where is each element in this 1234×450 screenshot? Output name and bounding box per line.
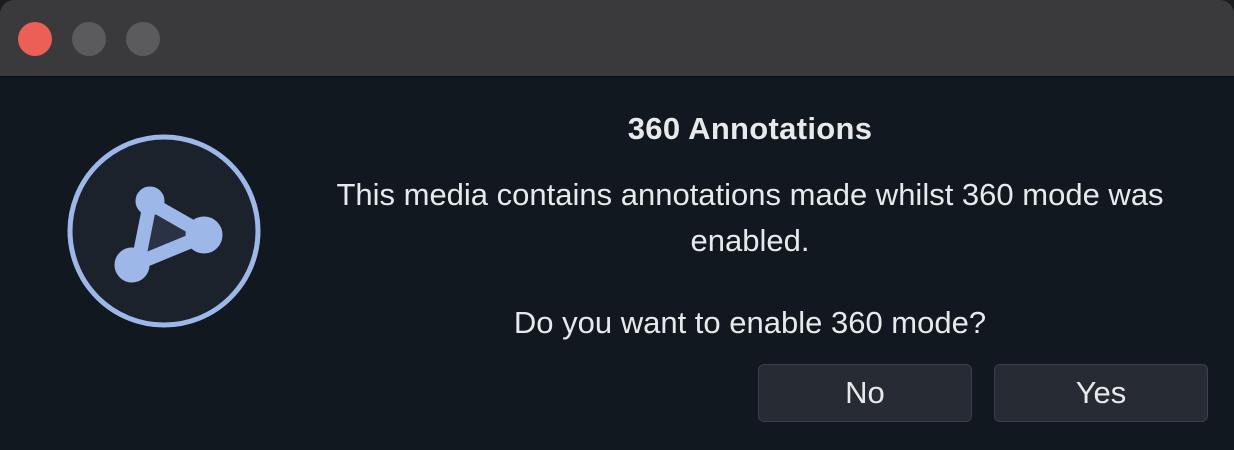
minimize-window-button[interactable]	[72, 22, 106, 56]
dialog-question: Do you want to enable 360 mode?	[513, 305, 987, 340]
no-button[interactable]: No	[758, 364, 972, 422]
yes-button[interactable]: Yes	[994, 364, 1208, 422]
title-bar	[0, 0, 1234, 77]
dialog-window: 360 Annotations This media contains anno…	[0, 0, 1234, 450]
maximize-window-button[interactable]	[126, 22, 160, 56]
close-window-button[interactable]	[18, 22, 52, 56]
annotation-network-icon	[67, 134, 261, 328]
dialog-message: This media contains annotations made whi…	[336, 177, 1164, 258]
dialog-content: 360 Annotations This media contains anno…	[0, 77, 1234, 450]
dialog-title: 360 Annotations	[627, 111, 873, 146]
